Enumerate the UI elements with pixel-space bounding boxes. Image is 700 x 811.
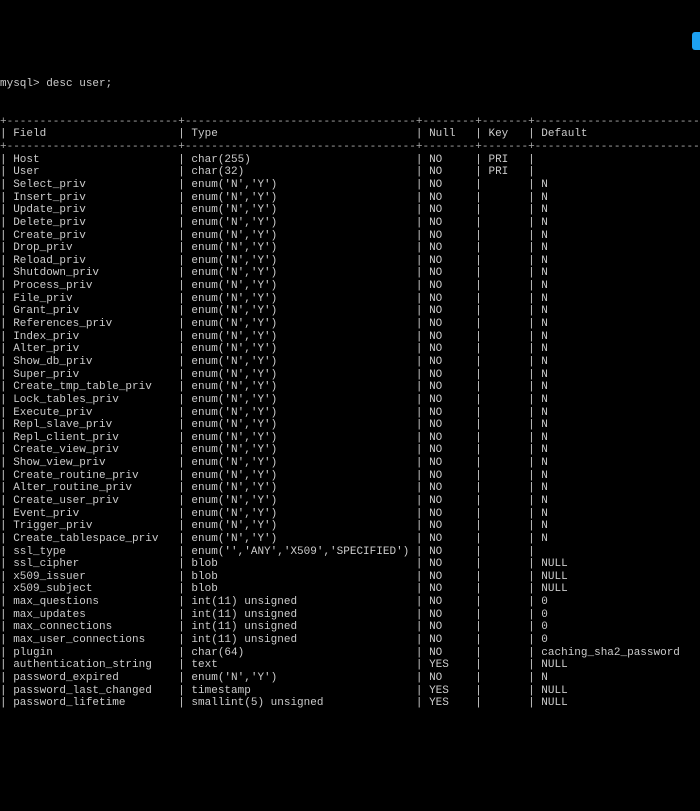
table-row: | Create_view_priv | enum('N','Y') | NO … — [0, 444, 700, 457]
table-row: | Index_priv | enum('N','Y') | NO | | N … — [0, 331, 700, 344]
table-row: | Reload_priv | enum('N','Y') | NO | | N… — [0, 255, 700, 268]
table-row: | Shutdown_priv | enum('N','Y') | NO | |… — [0, 267, 700, 280]
table-header: | Field | Type | Null | Key | Default | … — [0, 128, 700, 141]
table-border: +--------------------------+------------… — [0, 141, 700, 154]
table-row: | Grant_priv | enum('N','Y') | NO | | N … — [0, 305, 700, 318]
table-row: | Event_priv | enum('N','Y') | NO | | N … — [0, 508, 700, 521]
table-row: | max_user_connections | int(11) unsigne… — [0, 634, 700, 647]
table-row: | Create_user_priv | enum('N','Y') | NO … — [0, 495, 700, 508]
table-row: | Drop_priv | enum('N','Y') | NO | | N |… — [0, 242, 700, 255]
table-row: | Lock_tables_priv | enum('N','Y') | NO … — [0, 394, 700, 407]
table-row: | Alter_routine_priv | enum('N','Y') | N… — [0, 482, 700, 495]
table-row: | Trigger_priv | enum('N','Y') | NO | | … — [0, 520, 700, 533]
table-row: | Create_routine_priv | enum('N','Y') | … — [0, 470, 700, 483]
table-border: +--------------------------+------------… — [0, 116, 700, 129]
table-row: | password_last_changed | timestamp | YE… — [0, 685, 700, 698]
table-row: | ssl_cipher | blob | NO | | NULL | | — [0, 558, 700, 571]
table-row: | Delete_priv | enum('N','Y') | NO | | N… — [0, 217, 700, 230]
table-row: | Execute_priv | enum('N','Y') | NO | | … — [0, 407, 700, 420]
table-row: | Select_priv | enum('N','Y') | NO | | N… — [0, 179, 700, 192]
table-row: | Process_priv | enum('N','Y') | NO | | … — [0, 280, 700, 293]
table-row: | Insert_priv | enum('N','Y') | NO | | N… — [0, 192, 700, 205]
table-row: | Alter_priv | enum('N','Y') | NO | | N … — [0, 343, 700, 356]
mysql-prompt: mysql> desc user; — [0, 78, 700, 91]
table-row: | max_connections | int(11) unsigned | N… — [0, 621, 700, 634]
table-row: | Show_view_priv | enum('N','Y') | NO | … — [0, 457, 700, 470]
table-row: | x509_subject | blob | NO | | NULL | | — [0, 583, 700, 596]
table-row: | authentication_string | text | YES | |… — [0, 659, 700, 672]
desc-table: +--------------------------+------------… — [0, 116, 700, 710]
table-row: | Super_priv | enum('N','Y') | NO | | N … — [0, 369, 700, 382]
table-row: | Repl_client_priv | enum('N','Y') | NO … — [0, 432, 700, 445]
table-row: | User | char(32) | NO | PRI | | | — [0, 166, 700, 179]
side-tab-indicator[interactable] — [692, 32, 700, 50]
table-row: | References_priv | enum('N','Y') | NO |… — [0, 318, 700, 331]
table-row: | Show_db_priv | enum('N','Y') | NO | | … — [0, 356, 700, 369]
table-row: | Repl_slave_priv | enum('N','Y') | NO |… — [0, 419, 700, 432]
table-row: | Create_tablespace_priv | enum('N','Y')… — [0, 533, 700, 546]
terminal-output: mysql> desc user; +---------------------… — [0, 51, 700, 723]
table-row: | Host | char(255) | NO | PRI | | | — [0, 154, 700, 167]
table-row: | max_questions | int(11) unsigned | NO … — [0, 596, 700, 609]
table-row: | password_expired | enum('N','Y') | NO … — [0, 672, 700, 685]
table-row: | Create_tmp_table_priv | enum('N','Y') … — [0, 381, 700, 394]
table-row: | plugin | char(64) | NO | | caching_sha… — [0, 647, 700, 660]
table-row: | max_updates | int(11) unsigned | NO | … — [0, 609, 700, 622]
table-row: | ssl_type | enum('','ANY','X509','SPECI… — [0, 546, 700, 559]
table-row: | File_priv | enum('N','Y') | NO | | N |… — [0, 293, 700, 306]
table-row: | Create_priv | enum('N','Y') | NO | | N… — [0, 230, 700, 243]
table-row: | x509_issuer | blob | NO | | NULL | | — [0, 571, 700, 584]
table-row: | Update_priv | enum('N','Y') | NO | | N… — [0, 204, 700, 217]
table-row: | password_lifetime | smallint(5) unsign… — [0, 697, 700, 710]
